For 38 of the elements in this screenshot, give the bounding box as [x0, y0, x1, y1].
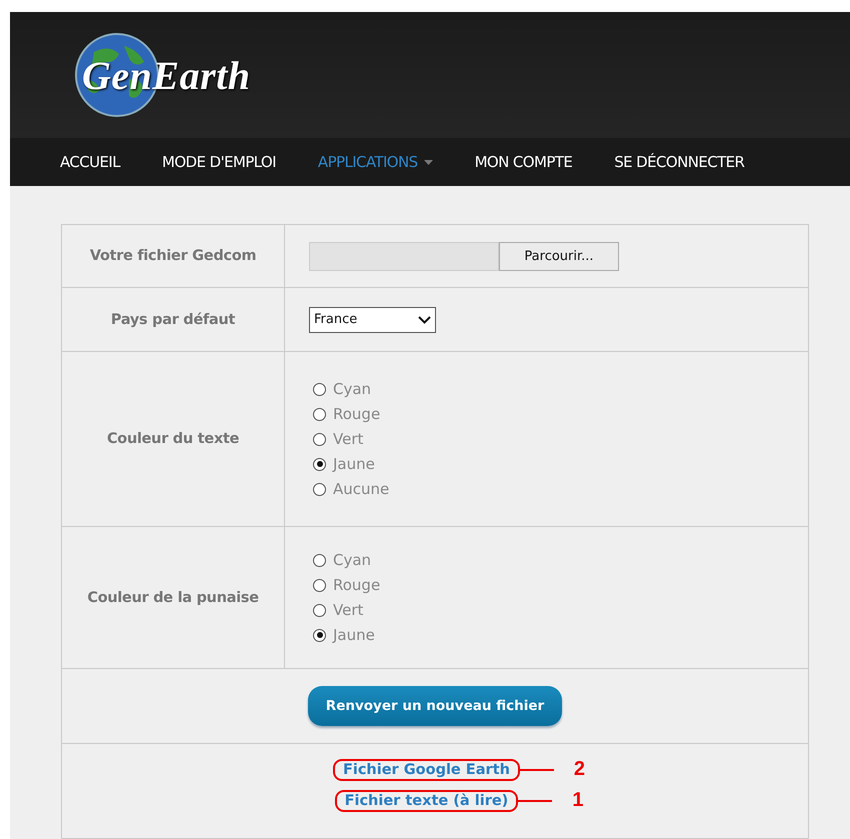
leader-line: [518, 800, 552, 802]
radio-button[interactable]: [313, 382, 326, 396]
nav-link[interactable]: MODE D'EMPLOI: [162, 153, 297, 172]
radio-label: Jaune: [333, 626, 375, 644]
annotation-number: 1: [572, 789, 584, 812]
nav-link[interactable]: APPLICATIONS: [318, 153, 454, 172]
file-link[interactable]: Fichier texte (à lire): [334, 790, 518, 812]
radio-label: Vert: [333, 430, 364, 448]
chevron-down-icon: [418, 316, 431, 324]
radio-button[interactable]: [313, 408, 326, 420]
field-label: Couleur du texte: [106, 431, 240, 447]
field-label: Pays par défaut: [110, 312, 236, 328]
radio-button[interactable]: [313, 604, 326, 616]
radio-button[interactable]: [313, 458, 326, 470]
radio-button[interactable]: [313, 482, 326, 496]
radio-label: Cyan: [333, 380, 372, 398]
radio-button[interactable]: [313, 578, 326, 592]
radio-label: Cyan: [333, 551, 372, 569]
radio-button[interactable]: [313, 628, 326, 642]
nav-link[interactable]: SE DÉCONNECTER: [614, 153, 766, 172]
file-link[interactable]: Fichier Google Earth: [332, 758, 520, 780]
nav-link[interactable]: MON COMPTE: [474, 153, 594, 172]
radio-button[interactable]: [313, 432, 326, 446]
browse-button[interactable]: Parcourir...: [499, 242, 619, 270]
radio-label: Rouge: [333, 405, 380, 423]
field-label: Couleur de la punaise: [87, 590, 259, 606]
radio-label: Rouge: [333, 576, 380, 594]
radio-button[interactable]: [313, 554, 326, 566]
nav-link[interactable]: ACCUEIL: [60, 153, 141, 172]
country-select[interactable]: France: [309, 306, 436, 332]
field-label: Votre fichier Gedcom: [90, 248, 256, 264]
radio-label: Vert: [333, 601, 364, 619]
resend-button[interactable]: Renvoyer un nouveau fichier: [308, 686, 562, 726]
radio-label: Aucune: [333, 480, 390, 498]
radio-label: Jaune: [333, 455, 375, 473]
annotation-number: 2: [574, 758, 586, 781]
file-field[interactable]: [309, 242, 499, 270]
leader-line: [520, 768, 554, 770]
